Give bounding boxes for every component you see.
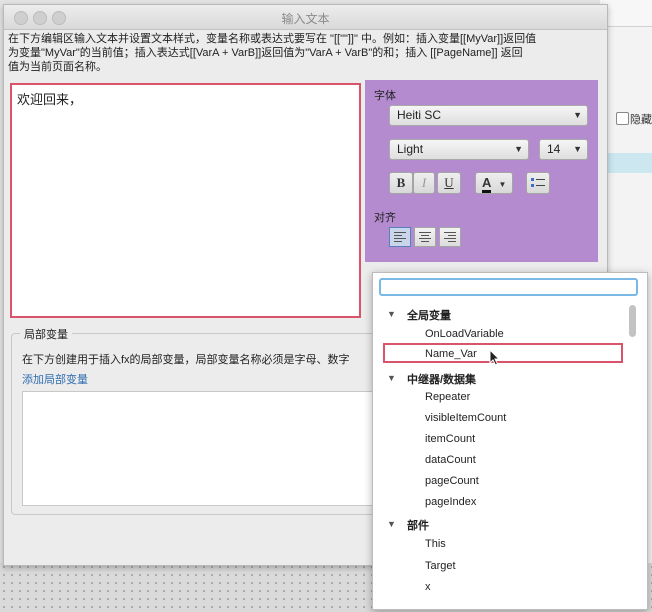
editor-content: 欢迎回来， <box>17 92 83 107</box>
align-center-icon <box>419 232 431 244</box>
text-color-button[interactable]: A ▼ <box>475 172 513 194</box>
align-right-icon <box>444 232 456 244</box>
dialog-description: 在下方编辑区输入文本并设置文本样式，变量名称或表达式要写在 "[[""]]" 中… <box>8 32 598 74</box>
tree-item-pageindex[interactable]: pageIndex <box>425 496 476 508</box>
tree-item-pagecount[interactable]: pageCount <box>425 475 479 487</box>
tree-item-onloadvariable[interactable]: OnLoadVariable <box>425 328 504 340</box>
dialog-titlebar: 输入文本 <box>4 5 607 30</box>
bold-button[interactable]: B <box>389 172 413 194</box>
font-weight-select[interactable]: Light ▼ <box>389 139 529 160</box>
bold-label: B <box>396 175 406 190</box>
expand-triangle-icon[interactable]: ▼ <box>387 373 396 383</box>
popup-scrollbar[interactable] <box>629 305 636 337</box>
chevron-down-icon: ▼ <box>498 180 507 189</box>
tree-item-visibleitemcount[interactable]: visibleItemCount <box>425 412 506 424</box>
font-size-value: 14 <box>547 142 561 156</box>
description-line: 值为当前页面名称。 <box>8 61 107 73</box>
font-family-select[interactable]: Heiti SC ▼ <box>389 105 588 126</box>
underline-button[interactable]: U <box>437 172 461 194</box>
local-variables-title: 局部变量 <box>20 326 72 342</box>
tree-group-repeater-dataset[interactable]: 中继器/数据集 <box>407 371 476 387</box>
variable-tree-popup: ▼ 全局变量 OnLoadVariable Name_Var ▼ 中继器/数据集… <box>372 272 648 610</box>
underline-label: U <box>444 175 454 190</box>
mouse-cursor-icon <box>489 349 501 366</box>
align-left-button[interactable] <box>389 227 411 247</box>
font-size-select[interactable]: 14 ▼ <box>539 139 588 160</box>
chevron-down-icon: ▼ <box>573 110 582 120</box>
description-line: 为变量"MyVar"的当前值；插入表达式[[VarA + VarB]]返回值为"… <box>8 47 523 59</box>
chevron-down-icon: ▼ <box>573 144 582 154</box>
add-local-variable-link[interactable]: 添加局部变量 <box>22 371 88 387</box>
text-color-icon: A <box>482 175 491 193</box>
local-variables-list[interactable] <box>22 391 382 506</box>
align-right-button[interactable] <box>439 227 461 247</box>
selected-item-highlight <box>383 343 623 363</box>
text-editor[interactable]: 欢迎回来， <box>10 83 361 318</box>
description-line: 在下方编辑区输入文本并设置文本样式，变量名称或表达式要写在 "[[""]]" 中… <box>8 33 537 45</box>
bullet-list-button[interactable] <box>526 172 550 194</box>
variable-search-input[interactable] <box>379 278 638 296</box>
expand-triangle-icon[interactable]: ▼ <box>387 519 396 529</box>
tree-group-widgets[interactable]: 部件 <box>407 517 429 533</box>
align-label: 对齐 <box>374 212 396 224</box>
expand-triangle-icon[interactable]: ▼ <box>387 309 396 319</box>
tree-item-this[interactable]: This <box>425 538 446 550</box>
tree-group-global-variables[interactable]: 全局变量 <box>407 307 451 323</box>
align-left-icon <box>394 232 406 244</box>
dialog-title: 输入文本 <box>281 12 330 26</box>
local-variables-description: 在下方创建用于插入fx的局部变量，局部变量名称必须是字母、数字 <box>22 354 350 366</box>
italic-label: I <box>421 175 427 190</box>
tree-item-target[interactable]: Target <box>425 560 456 572</box>
chevron-down-icon: ▼ <box>514 144 523 154</box>
bullet-list-icon <box>531 178 545 187</box>
align-center-button[interactable] <box>414 227 436 247</box>
tree-item-x[interactable]: x <box>425 581 431 593</box>
italic-button[interactable]: I <box>413 172 435 194</box>
font-weight-value: Light <box>397 142 424 156</box>
font-family-value: Heiti SC <box>397 108 442 122</box>
tree-item-repeater[interactable]: Repeater <box>425 391 470 403</box>
hidden-checkbox-label: 隐藏 <box>630 114 652 126</box>
tree-item-datacount[interactable]: dataCount <box>425 454 476 466</box>
font-label: 字体 <box>374 90 396 102</box>
tree-item-name-var[interactable]: Name_Var <box>425 348 477 360</box>
tree-item-itemcount[interactable]: itemCount <box>425 433 475 445</box>
hidden-checkbox[interactable] <box>616 112 629 125</box>
text-style-panel: 字体 Heiti SC ▼ Light ▼ 14 ▼ B I U A ▼ 对齐 <box>365 80 598 262</box>
